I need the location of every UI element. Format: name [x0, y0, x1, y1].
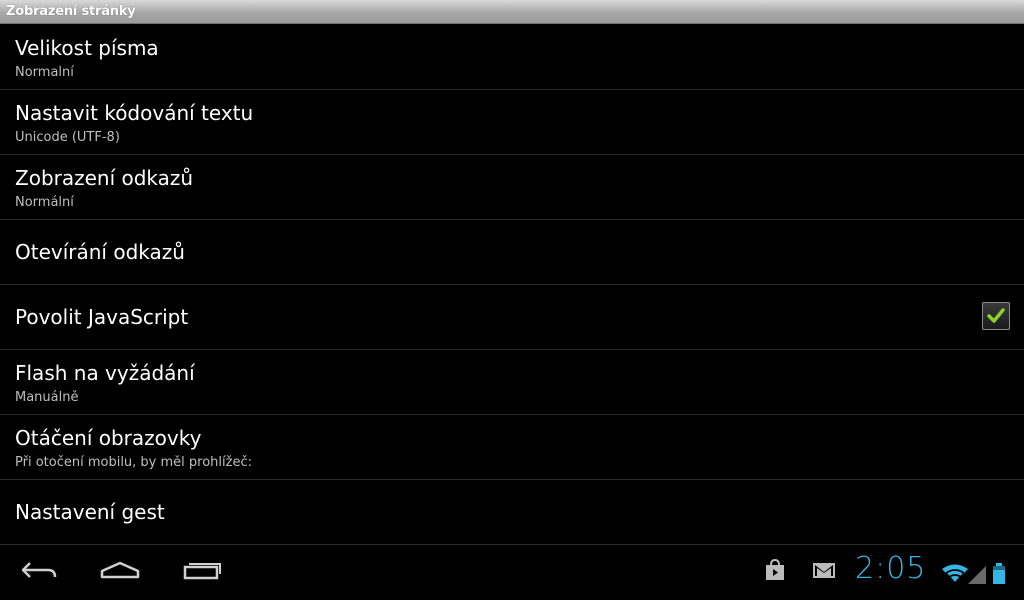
setting-screen-rotation[interactable]: Otáčení obrazovky Při otočení mobilu, by…: [0, 415, 1024, 480]
setting-label: Flash na vyžádání: [15, 361, 195, 385]
recent-apps-button[interactable]: [180, 557, 230, 587]
setting-summary: Unicode (UTF-8): [15, 130, 120, 145]
gmail-icon: [813, 563, 835, 578]
signal-icon: [968, 566, 986, 584]
signal-status: [967, 565, 987, 589]
system-bar: 2:05: [0, 545, 1024, 600]
home-button[interactable]: [98, 557, 148, 587]
checkmark-icon: [987, 308, 1005, 323]
gmail-notification[interactable]: [811, 558, 837, 586]
settings-list: Velikost písma Normalní Nastavit kódován…: [0, 25, 1024, 545]
setting-summary: Normalní: [15, 65, 74, 80]
wifi-icon: [942, 564, 968, 584]
page-title: Zobrazení stránky: [6, 4, 136, 19]
setting-label: Nastavit kódování textu: [15, 101, 254, 125]
setting-font-size[interactable]: Velikost písma Normalní: [0, 25, 1024, 90]
battery-icon: [993, 563, 1005, 584]
clock: 2:05: [855, 551, 927, 586]
setting-gestures[interactable]: Nastavení gest: [0, 480, 1024, 545]
back-arrow-icon: [21, 562, 57, 578]
setting-link-display[interactable]: Zobrazení odkazů Normální: [0, 155, 1024, 220]
setting-label: Otevírání odkazů: [15, 240, 185, 264]
setting-enable-javascript[interactable]: Povolit JavaScript: [0, 285, 1024, 350]
setting-summary: Normální: [15, 195, 74, 210]
battery-status: [992, 563, 1006, 589]
javascript-checkbox[interactable]: [982, 302, 1010, 330]
play-store-notification[interactable]: [763, 558, 787, 586]
setting-flash-on-demand[interactable]: Flash na vyžádání Manuálně: [0, 350, 1024, 415]
setting-text-encoding[interactable]: Nastavit kódování textu Unicode (UTF-8): [0, 90, 1024, 155]
wifi-status: [941, 563, 969, 589]
setting-label: Nastavení gest: [15, 500, 165, 524]
setting-label: Velikost písma: [15, 36, 159, 60]
setting-label: Zobrazení odkazů: [15, 166, 194, 190]
play-store-bag-icon: [766, 558, 784, 580]
setting-summary: Při otočení mobilu, by měl prohlížeč:: [15, 455, 252, 470]
setting-summary: Manuálně: [15, 390, 79, 405]
title-bar: Zobrazení stránky: [0, 0, 1024, 24]
back-button[interactable]: [18, 557, 68, 587]
recent-apps-icon: [183, 563, 221, 580]
setting-label: Povolit JavaScript: [15, 305, 189, 329]
setting-link-opening[interactable]: Otevírání odkazů: [0, 220, 1024, 285]
setting-label: Otáčení obrazovky: [15, 426, 202, 450]
home-icon: [100, 561, 140, 579]
